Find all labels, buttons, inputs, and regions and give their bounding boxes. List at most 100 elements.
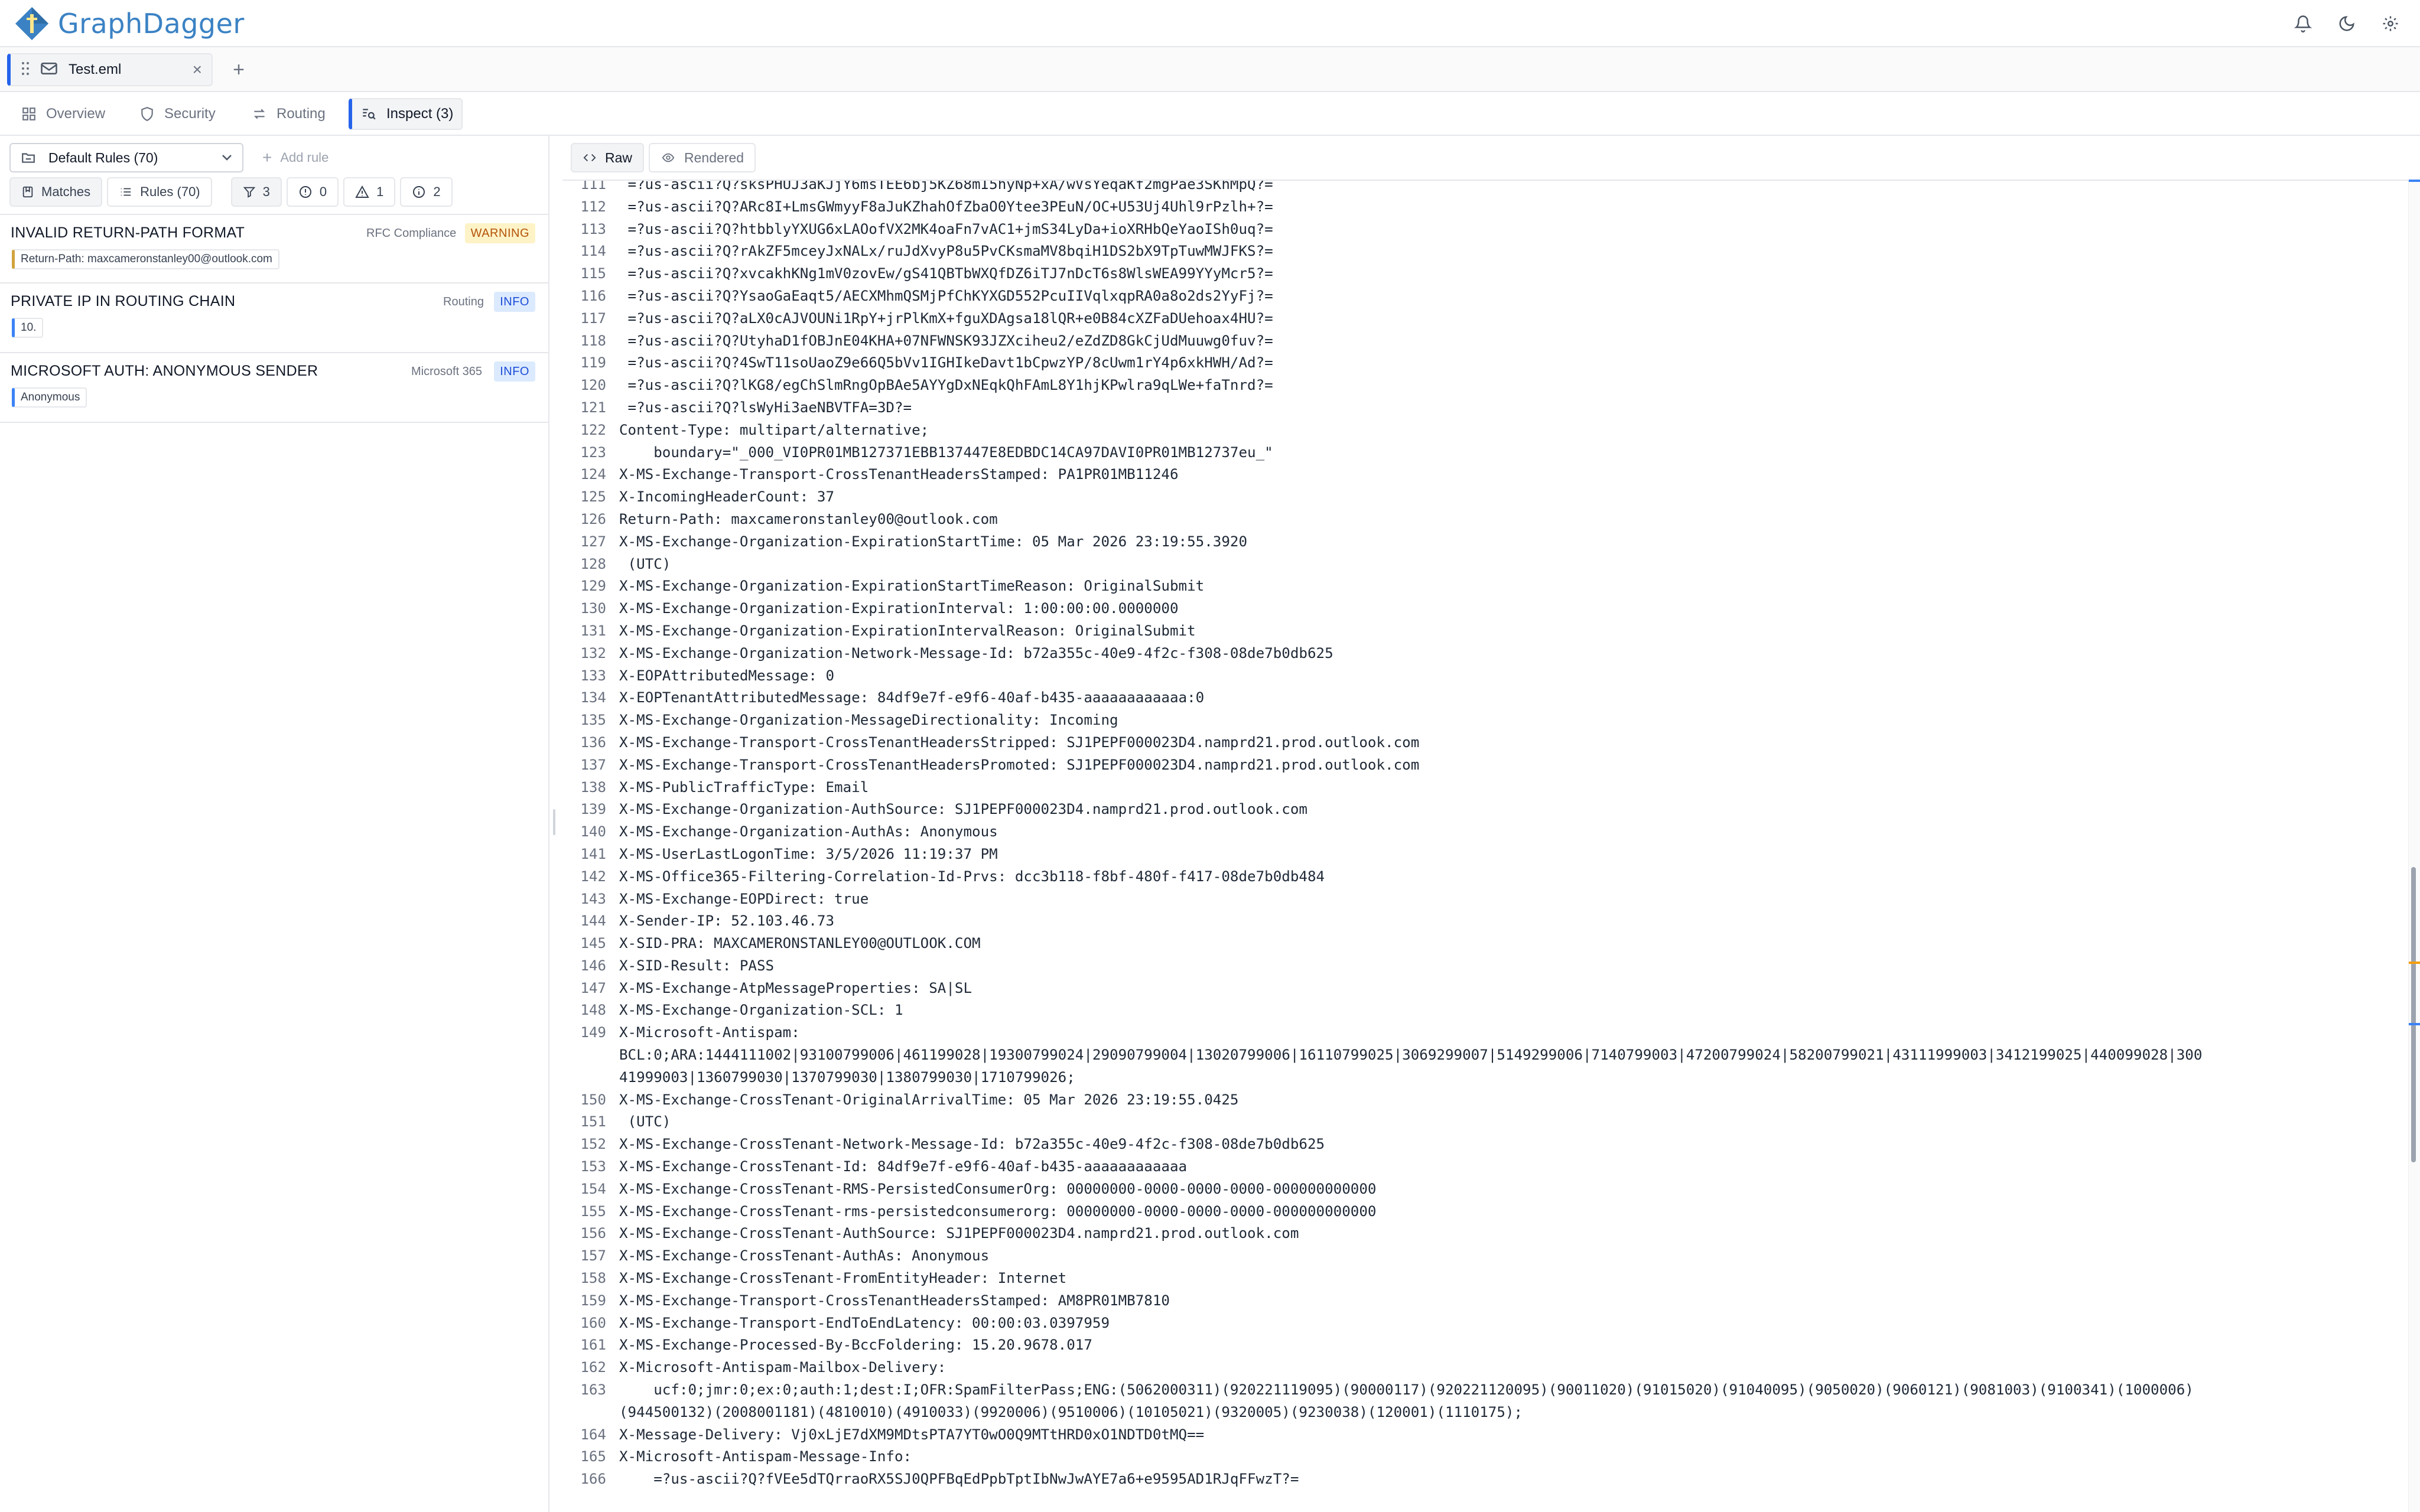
code-line: 165 X-Microsoft-Antispam-Message-Info:: [562, 1446, 2408, 1468]
dark-mode-moon-icon[interactable]: [2335, 12, 2359, 35]
line-text: X-Sender-IP: 52.103.46.73: [619, 913, 835, 930]
line-text: X-MS-Exchange-AtpMessageProperties: SA|S…: [619, 979, 972, 996]
line-text: X-MS-Exchange-Transport-CrossTenantHeade…: [619, 466, 1179, 483]
finding-evidence[interactable]: Return-Path: maxcameronstanley00@outlook…: [12, 249, 279, 269]
line-number: 150: [580, 1091, 606, 1108]
scroll-marker-info: [2409, 1023, 2420, 1025]
line-number: 116: [580, 287, 606, 304]
panel-resize-handle[interactable]: [553, 809, 555, 835]
new-tab-button[interactable]: +: [227, 56, 251, 84]
finding-evidence[interactable]: 10.: [12, 318, 44, 338]
line-number: 147: [580, 979, 606, 996]
code-line: 156 X-MS-Exchange-CrossTenant-AuthSource:…: [562, 1223, 2408, 1245]
filter-errors-button[interactable]: 0: [286, 177, 339, 207]
code-line: 124 X-MS-Exchange-Transport-CrossTenantHe…: [562, 464, 2408, 486]
raw-view-button[interactable]: Raw: [571, 143, 645, 172]
line-number: 121: [580, 399, 606, 416]
finding-item[interactable]: MICROSOFT AUTH: ANONYMOUS SENDER Microso…: [0, 353, 548, 423]
line-number: 134: [580, 689, 606, 706]
line-text: =?us-ascii?Q?htbblyYXUG6xLAOofVX2MK4oaFn…: [619, 220, 1273, 237]
add-rule-button[interactable]: + Add rule: [256, 143, 334, 172]
filter-warnings-button[interactable]: 1: [343, 177, 396, 207]
app-name: GraphDagger: [58, 8, 245, 40]
finding-item[interactable]: PRIVATE IP IN ROUTING CHAIN Routing INFO…: [0, 284, 548, 353]
message-source-panel: Raw Rendered 111 =?us-ascii?Q?sksPHUJ3aK…: [562, 136, 2420, 1512]
code-line: 130 X-MS-Exchange-Organization-Expiration…: [562, 598, 2408, 620]
view-nav: Overview Security Routing Inspect (3): [0, 92, 2420, 136]
line-number: 130: [580, 600, 606, 617]
line-number: 117: [580, 309, 606, 327]
finding-title: PRIVATE IP IN ROUTING CHAIN: [11, 293, 236, 309]
settings-gear-icon[interactable]: [2379, 12, 2402, 35]
matches-button[interactable]: Matches: [9, 177, 103, 207]
tab-inspect[interactable]: Inspect (3): [349, 98, 463, 130]
line-number: 125: [580, 488, 606, 506]
line-text: X-MS-Exchange-Organization-AuthAs: Anony…: [619, 823, 998, 840]
tab-routing[interactable]: Routing: [243, 98, 334, 130]
app-header: GraphDagger: [0, 0, 2420, 47]
code-line: 158 X-MS-Exchange-CrossTenant-FromEntityH…: [562, 1267, 2408, 1290]
line-text: =?us-ascii?Q?UtyhaD1fOBJnE04KHA+07NFWNSK…: [619, 332, 1273, 349]
notifications-bell-icon[interactable]: [2291, 12, 2315, 35]
brand[interactable]: GraphDagger: [14, 5, 245, 43]
line-number: 145: [580, 935, 606, 952]
line-number: 156: [580, 1225, 606, 1242]
code-line: 147 X-MS-Exchange-AtpMessageProperties: S…: [562, 977, 2408, 1000]
filter-info-count: 2: [433, 184, 441, 199]
line-number: 166: [580, 1471, 606, 1488]
code-line: 115 =?us-ascii?Q?xvcakhKNg1mV0zovEw/gS41…: [562, 263, 2408, 285]
line-number: 118: [580, 332, 606, 349]
finding-evidence[interactable]: Anonymous: [12, 387, 87, 408]
line-number: 123: [580, 444, 606, 461]
line-text: =?us-ascii?Q?ARc8I+LmsGWmyyF8aJuKZhahOfZ…: [619, 198, 1273, 215]
code-line: 164 X-Message-Delivery: Vj0xLjE7dXM9MDtsP…: [562, 1424, 2408, 1446]
funnel-icon: [243, 187, 255, 198]
code-line: 41999003|1360799030|1370799030|138079903…: [562, 1067, 2408, 1089]
chevron-down-icon: [222, 155, 232, 161]
code-line: 123 boundary="_000_VI0PR01MB127371EBB137…: [562, 442, 2408, 464]
line-text: X-EOPAttributedMessage: 0: [619, 667, 835, 684]
drag-handle-icon[interactable]: [21, 61, 30, 79]
raw-source-viewer[interactable]: 111 =?us-ascii?Q?sksPHUJ3aKJjY6msTEE6bj5…: [562, 180, 2408, 1512]
overview-grid-icon: [22, 107, 35, 120]
file-tab-test-eml[interactable]: Test.eml ×: [7, 53, 213, 86]
code-line: 111 =?us-ascii?Q?sksPHUJ3aKJjY6msTEE6bj5…: [562, 180, 2408, 196]
line-text: =?us-ascii?Q?lKG8/egChSlmRngOpBAe5AYYgDx…: [619, 377, 1273, 394]
code-line: 113 =?us-ascii?Q?htbblyYXUG6xLAOofVX2MK4…: [562, 219, 2408, 241]
filter-all-count: 3: [262, 184, 270, 199]
line-number: 139: [580, 801, 606, 818]
code-line: 141 X-MS-UserLastLogonTime: 3/5/2026 11:1…: [562, 843, 2408, 866]
line-number: 158: [580, 1270, 606, 1287]
line-number: 148: [580, 1002, 606, 1019]
severity-badge: WARNING: [464, 223, 535, 243]
tab-overview[interactable]: Overview: [13, 98, 113, 130]
view-mode-toggle: Raw Rendered: [571, 143, 756, 172]
line-number: 135: [580, 712, 606, 729]
finding-item[interactable]: INVALID RETURN-PATH FORMAT RFC Complianc…: [0, 214, 548, 284]
line-text: 41999003|1360799030|1370799030|138079903…: [619, 1068, 1075, 1086]
rendered-view-button[interactable]: Rendered: [649, 143, 756, 172]
line-number: 120: [580, 377, 606, 394]
line-text: X-MS-Exchange-CrossTenant-OriginalArriva…: [619, 1091, 1239, 1108]
bookmark-icon: [22, 186, 33, 198]
code-line: 152 X-MS-Exchange-CrossTenant-Network-Mes…: [562, 1133, 2408, 1156]
line-number: 128: [580, 555, 606, 572]
tab-security[interactable]: Security: [131, 98, 224, 130]
line-number: 149: [580, 1024, 606, 1041]
scroll-marker-warning: [2409, 962, 2420, 964]
vertical-scrollbar[interactable]: [2408, 180, 2420, 1512]
filter-all-button[interactable]: 3: [230, 177, 282, 207]
code-line: 134 X-EOPTenantAttributedMessage: 84df9e7…: [562, 687, 2408, 709]
rules-list-button[interactable]: Rules (70): [107, 177, 212, 207]
close-tab-icon[interactable]: ×: [193, 60, 202, 79]
line-text: =?us-ascii?Q?aLX0cAJVOUNi1RpY+jrPlKmX+fg…: [619, 309, 1273, 327]
finding-category: RFC Compliance: [366, 227, 457, 240]
scroll-thumb[interactable]: [2411, 867, 2416, 1162]
line-number: 111: [580, 180, 606, 193]
list-icon: [121, 188, 131, 196]
filter-info-button[interactable]: 2: [400, 177, 453, 207]
line-text: X-MS-Exchange-CrossTenant-Id: 84df9e7f-e…: [619, 1158, 1188, 1175]
rule-set-select[interactable]: Default Rules (70): [9, 143, 243, 172]
code-line: 159 X-MS-Exchange-Transport-CrossTenantHe…: [562, 1290, 2408, 1312]
line-text: X-MS-Exchange-CrossTenant-RMS-PersistedC…: [619, 1180, 1377, 1197]
